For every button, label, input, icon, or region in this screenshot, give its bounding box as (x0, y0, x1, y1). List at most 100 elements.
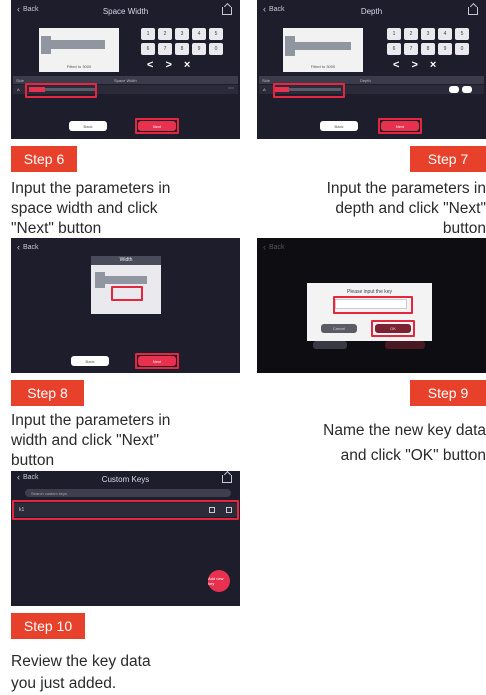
step10-screenshot: ‹ Back Custom Keys Search custom keys k1 … (11, 471, 240, 606)
screen-title: Space Width (102, 6, 149, 16)
numpad-key[interactable]: 9 (192, 43, 206, 55)
key-image: Fitted to 3000 (39, 28, 119, 72)
step-badge: Step 6 (11, 146, 77, 172)
toggle-chip[interactable] (449, 86, 459, 93)
column-header: Depth (360, 77, 371, 83)
step-badge: Step 9 (410, 380, 486, 406)
key-bow-graphic (95, 272, 105, 288)
step-description: Name the new key data and click "OK" but… (250, 418, 486, 468)
numpad-key[interactable]: 1 (141, 28, 155, 40)
step9-topbar: ‹ Back (257, 238, 486, 260)
numpad-key[interactable]: 7 (158, 43, 172, 55)
chevron-left-icon: ‹ (17, 242, 20, 252)
description-line: button (11, 452, 55, 469)
numpad-key[interactable]: 8 (175, 43, 189, 55)
step6-screenshot: ‹ Back Space Width Fitted to 3000 1 2 3 4… (11, 0, 240, 139)
side-value: A (17, 87, 20, 92)
numpad-key[interactable]: 0 (455, 43, 469, 55)
next-arrow-icon[interactable]: > (411, 59, 417, 71)
step10-topbar: ‹ Back Custom Keys (11, 471, 240, 487)
highlight-box (378, 118, 422, 134)
dialog-title: Please input the key (346, 289, 393, 295)
numpad-key[interactable]: 4 (438, 28, 452, 40)
back-button[interactable]: Back (69, 121, 107, 131)
side-value: A (263, 87, 266, 92)
numpad-key[interactable]: 6 (141, 43, 155, 55)
numpad-key[interactable]: 7 (404, 43, 418, 55)
description-line: Input the parameters in (11, 180, 171, 197)
export-icon[interactable] (222, 7, 232, 15)
add-key-button[interactable]: Add new key (208, 570, 230, 592)
description-line: you just added. (11, 675, 117, 692)
step6-topbar: ‹ Back Space Width (11, 0, 240, 22)
numpad-key[interactable]: 3 (175, 28, 189, 40)
next-arrow-icon[interactable]: > (165, 59, 171, 71)
highlight-box (135, 118, 179, 134)
screen-title: Depth (360, 6, 383, 16)
description-line: button (442, 220, 486, 237)
numpad-key[interactable]: 9 (438, 43, 452, 55)
numpad-key[interactable]: 1 (387, 28, 401, 40)
highlight-box (371, 320, 415, 337)
description-line: Review the key data (11, 653, 151, 670)
back-button[interactable]: ‹ Back (263, 5, 285, 14)
numeric-keypad: 1 2 3 4 5 6 7 8 9 0 (387, 28, 469, 55)
prev-arrow-icon[interactable]: < (147, 59, 153, 71)
background-button (313, 341, 347, 349)
screen-title: Custom Keys (101, 474, 150, 484)
navigation-arrows: < > × (147, 59, 190, 71)
description-line: and click "OK" button (340, 447, 486, 464)
back-button[interactable]: Back (71, 356, 109, 366)
numpad-key[interactable]: 4 (192, 28, 206, 40)
numpad-key[interactable]: 2 (404, 28, 418, 40)
numpad-key[interactable]: 5 (455, 28, 469, 40)
column-header: Space Width (114, 77, 137, 83)
highlight-box (135, 353, 179, 369)
numpad-key[interactable]: 8 (421, 43, 435, 55)
description-line: width and click "Next" (11, 432, 159, 449)
chevron-left-icon: ‹ (17, 4, 20, 14)
back-button[interactable]: ‹ Back (17, 242, 39, 252)
back-label: Back (23, 6, 39, 13)
description-line: space width and click (11, 200, 158, 217)
step-description: Review the key data you just added. (11, 651, 241, 695)
numpad-key[interactable]: 5 (209, 28, 223, 40)
numpad-key[interactable]: 2 (158, 28, 172, 40)
clear-icon[interactable]: × (184, 59, 190, 71)
description-line: depth and click "Next" (335, 200, 486, 217)
prev-arrow-icon[interactable]: < (393, 59, 399, 71)
search-input[interactable]: Search custom keys (25, 489, 231, 497)
key-blade-graphic (291, 42, 351, 50)
back-label: Back (23, 244, 39, 251)
step-description: Input the parameters in depth and click … (250, 179, 486, 239)
toggle-chip[interactable] (462, 86, 472, 93)
clear-icon[interactable]: × (430, 59, 436, 71)
back-button[interactable]: ‹ Back (17, 4, 39, 14)
background-button (385, 341, 425, 349)
back-button[interactable]: ‹ Back (263, 243, 285, 252)
key-caption: Fitted to 3000 (310, 64, 336, 69)
description-line: Name the new key data (323, 422, 486, 439)
export-icon[interactable] (222, 475, 232, 483)
step-description: Input the parameters in space width and … (11, 179, 241, 239)
key-image: Fitted to 3000 (283, 28, 363, 72)
highlight-box (111, 286, 143, 301)
numpad-key[interactable]: 6 (387, 43, 401, 55)
cancel-button[interactable]: Cancel (321, 324, 357, 333)
highlight-box (12, 500, 239, 520)
column-header: Side (262, 77, 271, 83)
highlight-box (25, 83, 97, 98)
numpad-key[interactable]: 3 (421, 28, 435, 40)
key-bow-graphic (41, 36, 51, 54)
numpad-key[interactable]: 0 (209, 43, 223, 55)
export-icon[interactable] (468, 7, 478, 15)
back-button[interactable]: ‹ Back (17, 473, 39, 482)
back-button[interactable]: Back (320, 121, 358, 131)
step-description: Input the parameters in width and click … (11, 411, 241, 471)
description-line: "Next" button (11, 220, 102, 237)
back-label: Back (269, 6, 285, 13)
more-icon[interactable]: ⋯ (228, 85, 234, 92)
description-line: Input the parameters in (326, 180, 486, 197)
step9-screenshot: ‹ Back Please input the key Cancel OK (257, 238, 486, 373)
column-header: Side (16, 77, 25, 83)
